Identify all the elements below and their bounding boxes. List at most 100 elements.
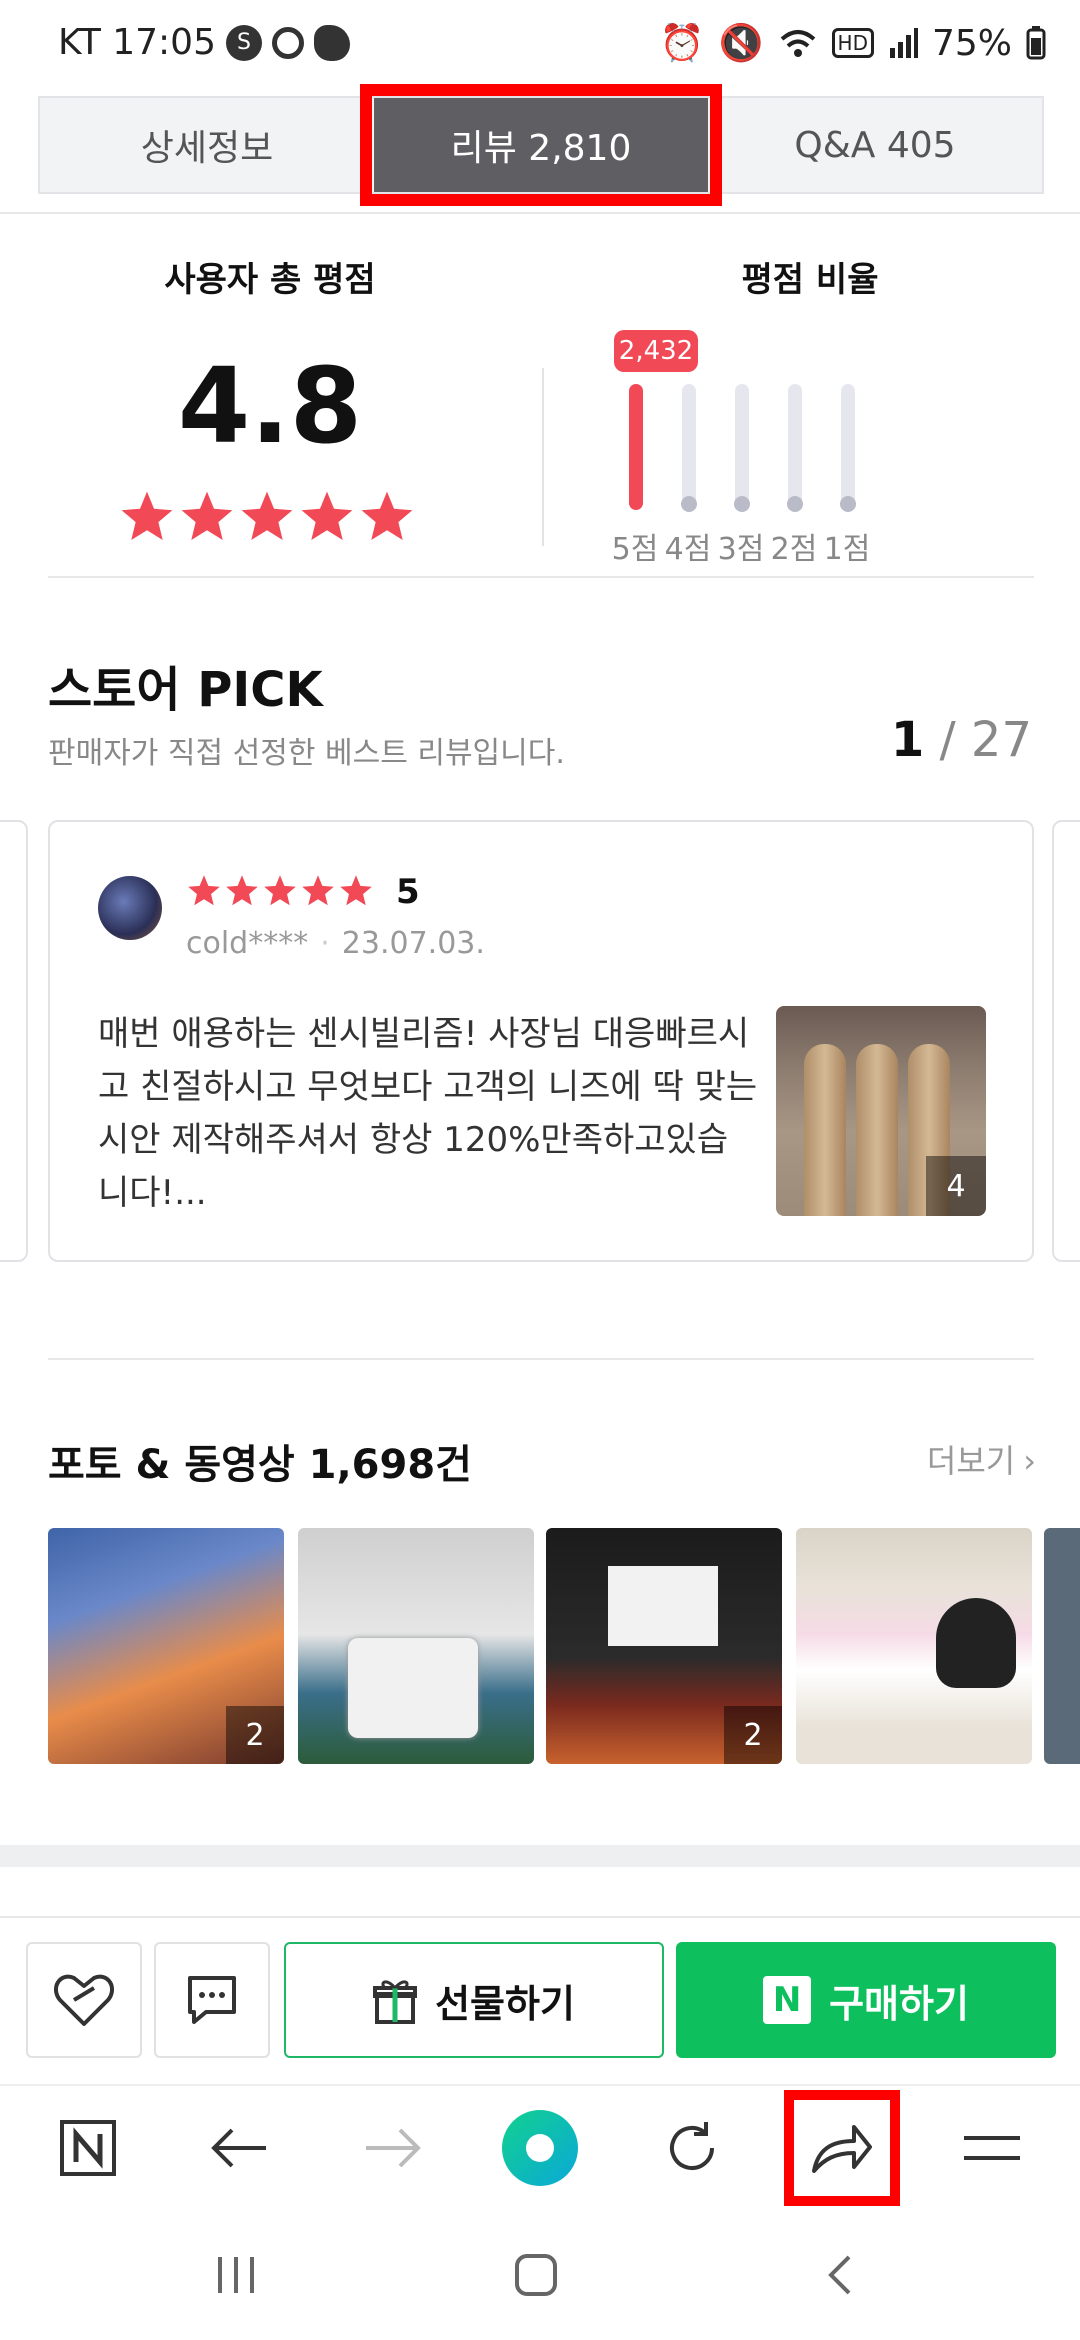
- gift-button[interactable]: 선물하기: [284, 1942, 664, 2058]
- buy-label: 구매하기: [829, 1981, 969, 2026]
- pager-current: 1: [890, 712, 925, 768]
- battery-percent: 75%: [931, 22, 1012, 64]
- photo-content: [856, 1044, 898, 1216]
- naver-n-icon: N: [763, 1976, 812, 2024]
- gift-label: 선물하기: [435, 1981, 575, 2026]
- arrow-right-icon: [366, 2128, 421, 2168]
- carrier-time: KT 17:05: [58, 22, 216, 63]
- naver-home-button[interactable]: [48, 2108, 128, 2188]
- bar-dot: [734, 496, 750, 512]
- heart-icon: [54, 1974, 114, 2026]
- chat-bubble-icon: [188, 1976, 236, 2024]
- bar-dot: [787, 496, 803, 512]
- divider: [0, 212, 1080, 214]
- divider: [48, 576, 1034, 578]
- average-score: 4.8: [177, 345, 363, 467]
- system-back-button[interactable]: [800, 2240, 880, 2310]
- star-icon: [241, 491, 293, 540]
- product-tabs: 상세정보 리뷰 2,810 Q&A 405: [38, 84, 1044, 206]
- back-button[interactable]: [200, 2108, 280, 2188]
- recent-apps-button[interactable]: [196, 2240, 276, 2310]
- bar-track: [682, 384, 696, 510]
- bar-track: [841, 384, 855, 510]
- bar-dot: [681, 496, 697, 512]
- photos-title: 포토 & 동영상 1,698건: [48, 1442, 472, 1488]
- buy-button[interactable]: N 구매하기: [676, 1942, 1056, 2058]
- photo-count-badge: 2: [724, 1706, 782, 1764]
- review-text: 매번 애용하는 센시빌리즘! 사장님 대응빠르시고 친절하시고 무엇보다 고객의…: [98, 1014, 758, 1213]
- review-stars: [186, 873, 374, 909]
- monitor-shape: [608, 1566, 718, 1646]
- wishlist-button[interactable]: [26, 1942, 142, 2058]
- more-label: 더보기: [926, 1442, 1016, 1480]
- arrow-left-icon: [211, 2128, 266, 2168]
- photo-thumb[interactable]: [796, 1528, 1032, 1764]
- store-pick-subtitle: 판매자가 직접 선정한 베스트 리뷰입니다.: [48, 736, 565, 771]
- photo-count-badge: 2: [226, 1706, 284, 1764]
- photo-thumb[interactable]: [1044, 1528, 1080, 1764]
- pager-total: 27: [970, 712, 1032, 768]
- battery-icon: [1026, 26, 1046, 60]
- photo-thumb[interactable]: 2: [48, 1528, 284, 1764]
- avatar: [98, 876, 162, 940]
- review-date: 23.07.03.: [341, 926, 485, 961]
- status-right: ⏰ 🔇 HD 75%: [660, 22, 1046, 64]
- section-gap: [0, 1845, 1080, 1867]
- laptop-shape: [348, 1638, 478, 1738]
- hd-icon: HD: [831, 28, 874, 58]
- review-user: cold****: [186, 926, 309, 961]
- photo-count-badge: 4: [926, 1156, 986, 1216]
- share-button[interactable]: [784, 2090, 900, 2206]
- star-icon: [340, 875, 372, 906]
- naver-n-icon: [60, 2120, 116, 2176]
- mute-icon: 🔇: [718, 23, 764, 64]
- chevron-left-icon: [828, 2255, 851, 2295]
- gift-icon: [373, 1980, 418, 2024]
- star-icon: [302, 875, 334, 906]
- star-icon: [301, 491, 353, 540]
- store-pick-title: 스토어 PICK: [48, 662, 323, 718]
- talk-button[interactable]: [154, 1942, 270, 2058]
- refresh-button[interactable]: [652, 2108, 732, 2188]
- character-shape: [936, 1598, 1016, 1688]
- photo-thumb[interactable]: [298, 1528, 534, 1764]
- tab-reviews[interactable]: 리뷰 2,810: [360, 84, 722, 206]
- wifi-icon: [780, 30, 815, 57]
- refresh-icon: [670, 2122, 714, 2170]
- average-stars: [118, 488, 416, 546]
- cloud-icon: [314, 24, 350, 61]
- review-score: 5: [396, 872, 420, 912]
- star-icon: [188, 875, 220, 906]
- samsung-pay-icon: S: [226, 24, 262, 61]
- menu-button[interactable]: [952, 2108, 1032, 2188]
- green-dot-button[interactable]: [500, 2108, 580, 2188]
- star-icon: [361, 491, 413, 540]
- share-arrow-icon: [812, 2125, 872, 2173]
- hamburger-icon: [964, 2136, 1020, 2160]
- tab-details[interactable]: 상세정보: [40, 98, 374, 192]
- status-left: KT 17:05 S: [58, 22, 350, 63]
- bar-track: [735, 384, 749, 510]
- home-button[interactable]: [496, 2240, 576, 2310]
- status-bar: KT 17:05 S ⏰ 🔇 HD 75%: [0, 0, 1080, 90]
- top-count-bubble: 2,432: [614, 330, 698, 372]
- store-pick-pager: 1 / 27: [891, 712, 1032, 768]
- divider: [48, 1358, 1034, 1360]
- star-icon: [264, 875, 296, 906]
- star-icon: [121, 491, 173, 540]
- review-photo[interactable]: 4: [776, 1006, 986, 1216]
- tab-qna[interactable]: Q&A 405: [708, 98, 1042, 192]
- home-icon: [515, 2254, 557, 2296]
- divider: [0, 1916, 1080, 1918]
- alarm-icon: ⏰: [659, 23, 705, 64]
- star-icon: [181, 491, 233, 540]
- photo-thumb[interactable]: 2: [546, 1528, 782, 1764]
- bar-label: 1점: [823, 532, 871, 567]
- bar-track: [788, 384, 802, 510]
- prev-review-card[interactable]: [0, 820, 28, 1262]
- next-review-card[interactable]: [1052, 820, 1080, 1262]
- more-link[interactable]: 더보기 ›: [927, 1436, 1036, 1482]
- forward-button[interactable]: [352, 2108, 432, 2188]
- signal-icon: [889, 28, 918, 58]
- star-icon: [226, 875, 258, 906]
